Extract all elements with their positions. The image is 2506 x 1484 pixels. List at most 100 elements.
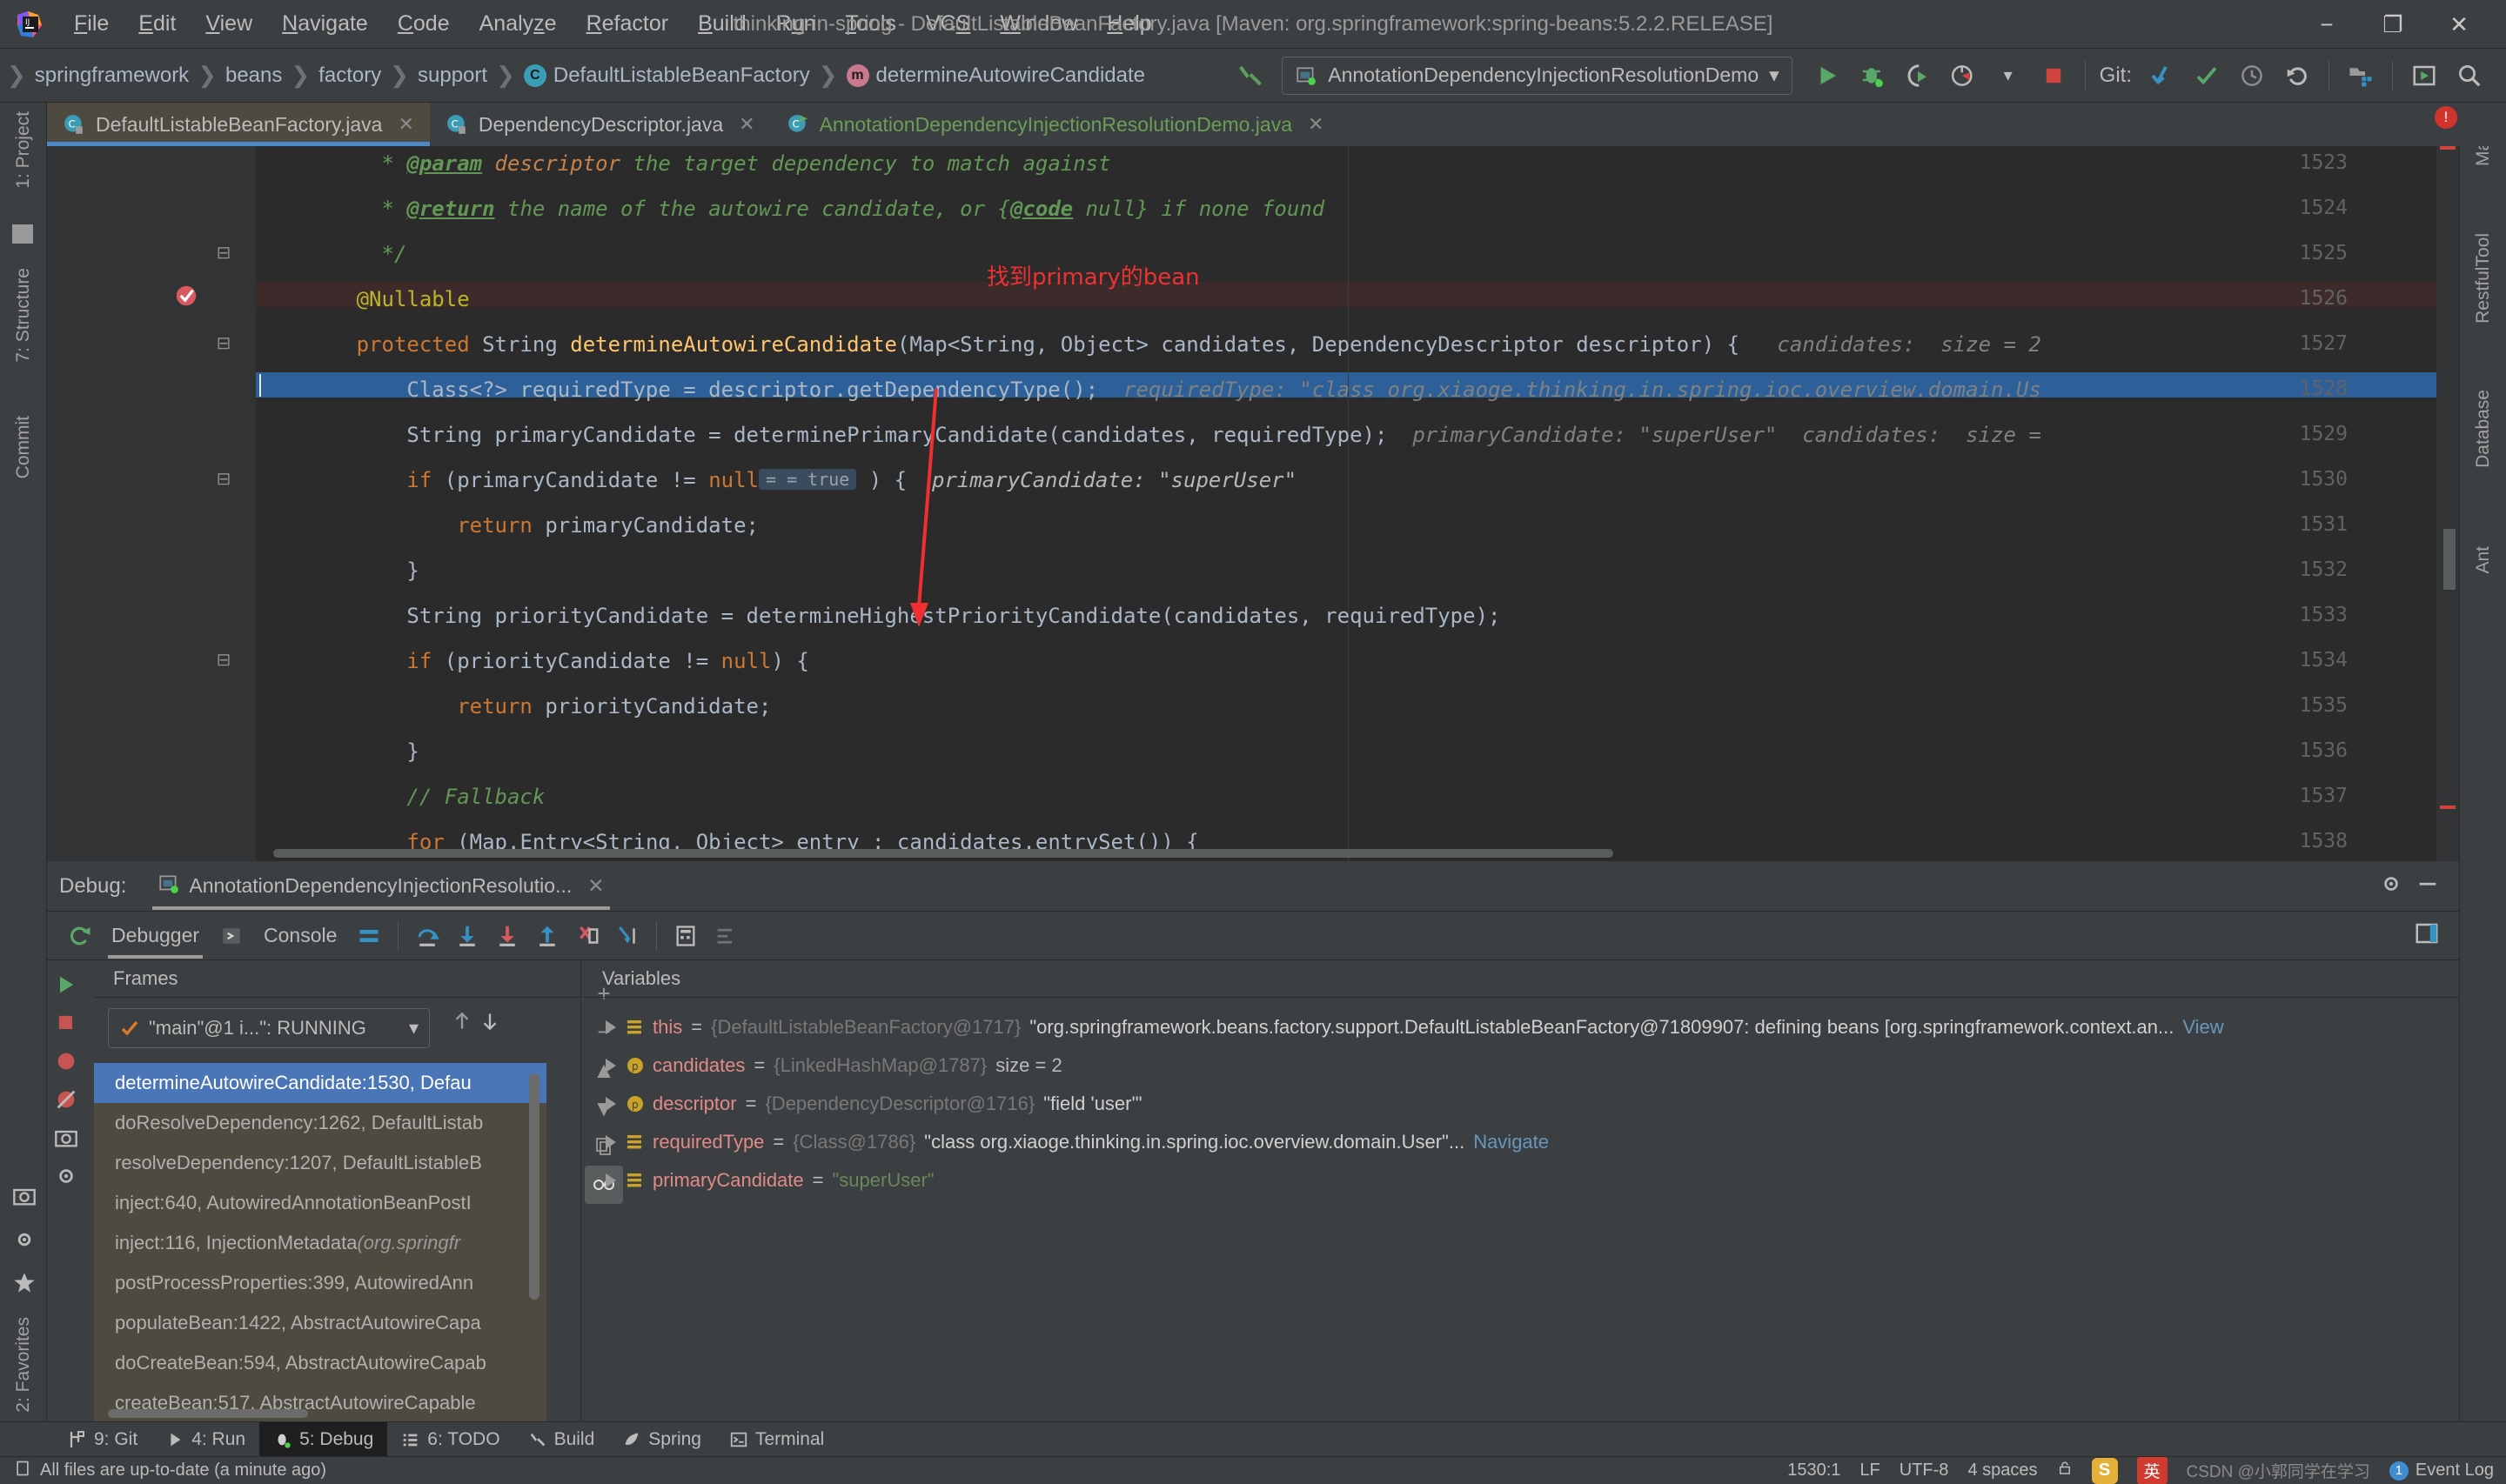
close-icon[interactable]: ✕ [587, 874, 604, 898]
indent-setting[interactable]: 4 spaces [1967, 1461, 2037, 1481]
menu-vcs[interactable]: VCS [911, 8, 985, 40]
sogou-ime-logo-icon[interactable]: S [2091, 1457, 2118, 1484]
menu-analyze[interactable]: Analyze [465, 8, 572, 40]
sidebar-item-structure[interactable]: 7: Structure [13, 268, 34, 363]
sidebar-item-commit[interactable]: Commit [13, 416, 34, 478]
tab-console[interactable]: Console [251, 912, 349, 960]
expand-arrow-icon[interactable] [606, 1059, 616, 1073]
bottom-item-spring[interactable]: Spring [608, 1422, 715, 1457]
breadcrumb-method[interactable]: m determineAutowireCandidate [840, 64, 1153, 88]
run-anything-icon[interactable] [2402, 55, 2447, 97]
gear-icon[interactable] [47, 1157, 85, 1195]
git-rollback-icon[interactable] [2275, 55, 2320, 97]
close-button[interactable]: ✕ [2426, 0, 2492, 49]
frame-row[interactable]: doResolveDependency:1262, DefaultListab [94, 1103, 546, 1143]
breadcrumb[interactable]: ❯ springframework ❯ beans ❯ factory ❯ su… [0, 62, 1152, 89]
frame-row[interactable]: determineAutowireCandidate:1530, Defau [94, 1063, 546, 1103]
code-line[interactable]: String primaryCandidate = determinePrima… [256, 423, 2040, 447]
stop-icon[interactable] [2031, 55, 2076, 97]
sidebar-item-restful[interactable]: RestfulTool [2473, 233, 2494, 324]
code-line[interactable]: * @return the name of the autowire candi… [256, 197, 1325, 221]
code-editor[interactable]: * @param descriptor the target dependenc… [47, 146, 2459, 861]
breadcrumb-factory[interactable]: factory [312, 64, 388, 88]
frames-list[interactable]: determineAutowireCandidate:1530, Defau do… [94, 1063, 546, 1421]
resume-program-icon[interactable] [47, 966, 85, 1004]
variable-action-link[interactable]: View [2182, 1016, 2223, 1039]
code-line[interactable]: String priorityCandidate = determineHigh… [256, 604, 1500, 628]
pause-program-icon[interactable] [47, 1004, 85, 1042]
bottom-item-terminal[interactable]: Terminal [715, 1422, 838, 1457]
expand-arrow-icon[interactable] [606, 1135, 616, 1149]
build-hammer-icon[interactable] [1228, 55, 1273, 97]
project-structure-icon[interactable] [2338, 55, 2383, 97]
chevron-down-icon[interactable]: ▾ [409, 1017, 419, 1039]
menu-view[interactable]: View [191, 8, 267, 40]
menu-tools[interactable]: Tools [831, 8, 911, 40]
mute-breakpoints-toggle-icon[interactable] [47, 1080, 85, 1119]
minimize-button[interactable]: − [2294, 0, 2360, 49]
line-separator[interactable]: LF [1859, 1461, 1880, 1481]
code-line[interactable]: protected String determineAutowireCandid… [256, 332, 2041, 357]
frames-scrollbar[interactable] [529, 1073, 539, 1300]
view-breakpoints-icon[interactable] [47, 1042, 85, 1080]
editor-horizontal-scrollbar[interactable] [273, 849, 1613, 858]
frame-row[interactable]: inject:116, InjectionMetadata (org.sprin… [94, 1223, 546, 1263]
menu-run[interactable]: Run [761, 8, 831, 40]
layout-icon[interactable] [349, 917, 389, 955]
code-fold-toggle[interactable]: ⊟ [212, 332, 235, 354]
code-line[interactable]: // Fallback [256, 785, 545, 809]
code-line[interactable]: } [256, 558, 419, 583]
minimize-icon[interactable] [2416, 872, 2440, 900]
encoding[interactable]: UTF-8 [1900, 1461, 1949, 1481]
menu-code[interactable]: Code [383, 8, 465, 40]
frame-row[interactable]: doCreateBean:594, AbstractAutowireCapab [94, 1343, 546, 1383]
evaluate-expression-icon[interactable] [666, 917, 706, 955]
event-log-button[interactable]: 1 Event Log [2389, 1461, 2494, 1481]
gear-icon[interactable] [12, 1227, 37, 1256]
code-fold-toggle[interactable]: ⊟ [212, 242, 235, 264]
tab-default-listable-bean-factory[interactable]: C DefaultListableBeanFactory.java ✕ [47, 103, 430, 146]
menu-edit[interactable]: Edit [124, 8, 191, 40]
close-icon[interactable]: ✕ [739, 113, 754, 136]
code-line[interactable]: Class<?> requiredType = descriptor.getDe… [256, 378, 2040, 402]
breadcrumb-class[interactable]: C DefaultListableBeanFactory [517, 64, 817, 88]
run-configuration-selector[interactable]: AnnotationDependencyInjectionResolutionD… [1282, 56, 1792, 95]
bottom-item-run[interactable]: 4: Run [151, 1422, 259, 1457]
caret-position[interactable]: 1530:1 [1787, 1461, 1840, 1481]
menu-build[interactable]: Build [683, 8, 761, 40]
git-commit-icon[interactable] [2184, 55, 2229, 97]
frame-row[interactable]: resolveDependency:1207, DefaultListableB [94, 1143, 546, 1183]
frame-row[interactable]: populateBean:1422, AbstractAutowireCapa [94, 1303, 546, 1343]
expand-arrow-icon[interactable] [606, 1097, 616, 1111]
sidebar-item-ant[interactable]: Ant [2473, 546, 2494, 574]
rerun-icon[interactable] [59, 917, 99, 955]
restore-layout-icon[interactable] [2414, 920, 2459, 951]
frame-row[interactable]: postProcessProperties:399, AutowiredAnn [94, 1263, 546, 1303]
menu-bar[interactable]: FFileile Edit View Navigate Code Analyze… [59, 8, 1167, 40]
variable-action-link[interactable]: Navigate [1473, 1131, 1549, 1153]
profile-icon[interactable] [1940, 55, 1986, 97]
maximize-restore-button[interactable]: ❐ [2360, 0, 2426, 49]
debug-session-tab[interactable]: AnnotationDependencyInjectionResolutio..… [152, 861, 610, 912]
force-step-into-icon[interactable] [487, 917, 527, 955]
breadcrumb-beans[interactable]: beans [218, 64, 289, 88]
step-over-icon[interactable] [407, 917, 447, 955]
code-line[interactable]: @Nullable [256, 287, 470, 311]
code-fold-toggle[interactable]: ⊟ [212, 649, 235, 671]
mute-breakpoints-icon[interactable] [706, 917, 746, 955]
code-line[interactable]: if (priorityCandidate != null) { [256, 649, 808, 673]
bottom-item-todo[interactable]: 6: TODO [387, 1422, 513, 1457]
code-line[interactable]: return priorityCandidate; [256, 694, 771, 719]
tab-dependency-descriptor[interactable]: C DependencyDescriptor.java ✕ [430, 103, 771, 146]
tab-annotation-dependency-injection-resolution-demo[interactable]: C AnnotationDependencyInjectionResolutio… [771, 103, 1340, 146]
variable-row[interactable]: primaryCandidate = "superUser" [583, 1161, 2459, 1200]
code-fold-toggle[interactable]: ⊟ [212, 468, 235, 490]
editor-scrollbar[interactable] [2436, 146, 2459, 861]
close-icon[interactable]: ✕ [1308, 113, 1323, 136]
profile-dropdown-icon[interactable]: ▾ [1986, 55, 2031, 97]
run-icon[interactable] [1805, 55, 1850, 97]
project-folder-icon[interactable] [12, 224, 33, 244]
close-icon[interactable]: ✕ [398, 113, 413, 136]
git-history-icon[interactable] [2229, 55, 2275, 97]
breadcrumb-springframework[interactable]: springframework [28, 64, 196, 88]
